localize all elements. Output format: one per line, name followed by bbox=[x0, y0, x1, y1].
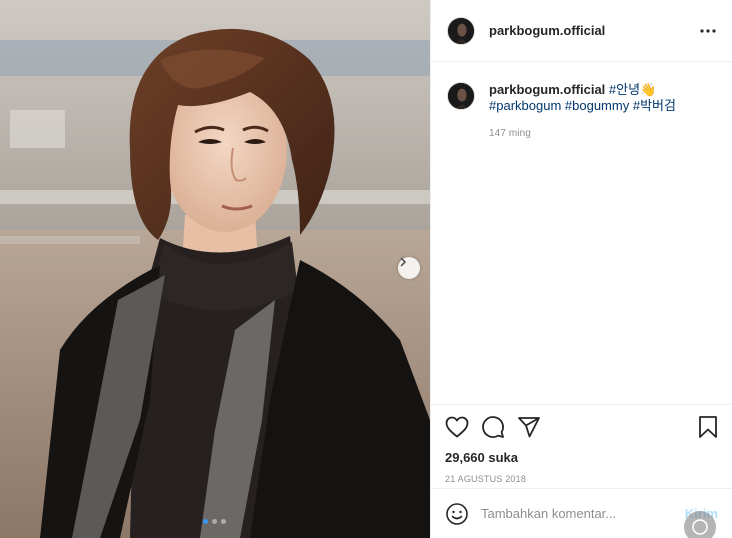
likes-number: 29,660 bbox=[445, 450, 485, 465]
more-horizontal-icon bbox=[700, 28, 716, 33]
carousel-dot bbox=[221, 519, 226, 524]
emoji-button[interactable] bbox=[445, 502, 469, 526]
hashtag-link[interactable]: #parkbogum bbox=[489, 98, 561, 113]
caption-username[interactable]: parkbogum.official bbox=[489, 82, 605, 97]
post-photo[interactable] bbox=[0, 0, 430, 538]
overlay-badge bbox=[684, 511, 716, 538]
more-options-button[interactable] bbox=[698, 21, 718, 41]
like-button[interactable] bbox=[445, 415, 469, 439]
caption-section: parkbogum.official #안녕👋 #parkbogum #bogu… bbox=[431, 62, 732, 404]
chevron-right-icon bbox=[400, 257, 407, 267]
header-username[interactable]: parkbogum.official bbox=[489, 23, 698, 38]
share-button[interactable] bbox=[517, 415, 541, 439]
save-button[interactable] bbox=[696, 415, 720, 439]
profile-photo-icon bbox=[448, 83, 474, 109]
likes-label: suka bbox=[488, 450, 519, 465]
carousel-next-button[interactable] bbox=[398, 257, 420, 279]
comment-input[interactable] bbox=[481, 506, 685, 521]
comment-bubble-icon bbox=[482, 416, 504, 438]
caption-body: parkbogum.official #안녕👋 #parkbogum #bogu… bbox=[489, 82, 676, 404]
circle-arrow-icon bbox=[692, 519, 708, 535]
caption-avatar[interactable] bbox=[447, 82, 475, 110]
post-header: parkbogum.official bbox=[431, 0, 732, 62]
wave-emoji: 👋 bbox=[640, 82, 657, 97]
carousel-dot-active bbox=[203, 519, 208, 524]
portrait-illustration bbox=[0, 0, 430, 538]
caption-timestamp[interactable]: 147 ming bbox=[489, 126, 676, 142]
profile-photo-icon bbox=[448, 17, 474, 44]
hashtag-link[interactable]: #bogummy bbox=[565, 98, 629, 113]
post-side-panel: parkbogum.official parkbogum.official #안… bbox=[430, 0, 732, 538]
bookmark-icon bbox=[699, 416, 717, 438]
likes-count[interactable]: 29,660 suka bbox=[445, 450, 720, 465]
action-icon-row bbox=[445, 413, 720, 441]
smiley-icon bbox=[446, 502, 468, 525]
hashtag-link[interactable]: #안녕 bbox=[609, 82, 640, 97]
post-date[interactable]: 21 AGUSTUS 2018 bbox=[445, 474, 720, 484]
comment-button[interactable] bbox=[481, 415, 505, 439]
carousel-dot bbox=[212, 519, 217, 524]
paper-plane-icon bbox=[518, 417, 540, 438]
post-actions: 29,660 suka 21 AGUSTUS 2018 bbox=[431, 404, 732, 484]
avatar[interactable] bbox=[447, 16, 475, 45]
heart-icon bbox=[445, 416, 469, 438]
carousel-indicator bbox=[203, 519, 226, 524]
hashtag-link[interactable]: #박버검 bbox=[633, 98, 676, 113]
